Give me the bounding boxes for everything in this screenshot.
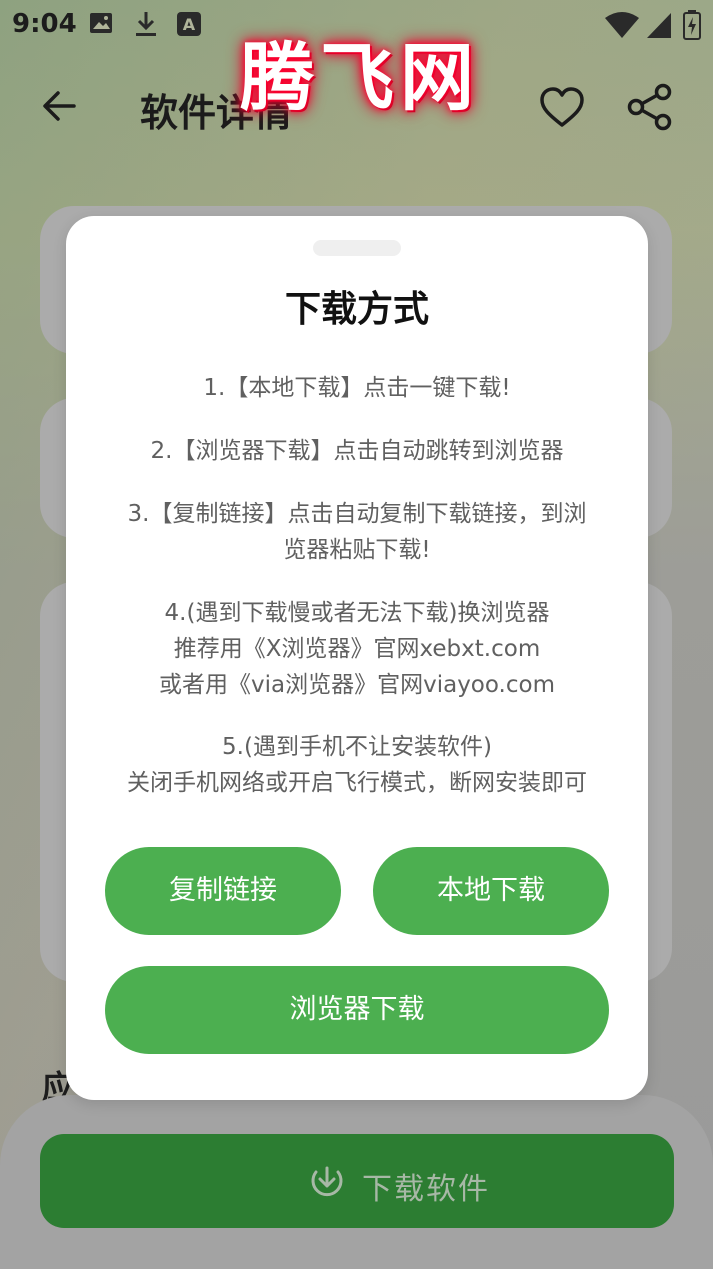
instruction-line: 4.(遇到下载慢或者无法下载)换浏览器	[164, 600, 550, 626]
battery-charging-icon	[683, 10, 701, 44]
copy-link-button[interactable]: 复制链接	[105, 847, 341, 935]
download-software-button[interactable]: 下载软件	[40, 1134, 674, 1228]
instruction-line: 或者用《via浏览器》官网viayoo.com	[159, 672, 555, 698]
instruction-line: 2.【浏览器下载】点击自动跳转到浏览器	[150, 438, 564, 464]
instruction-5: 5.(遇到手机不让安装软件) 关闭手机网络或开启飞行模式，断网安装即可	[86, 729, 628, 801]
wifi-icon	[604, 10, 640, 44]
instruction-line: 关闭手机网络或开启飞行模式，断网安装即可	[127, 770, 587, 796]
instruction-line: 1.【本地下载】点击一键下载!	[203, 375, 511, 401]
favorite-button[interactable]	[538, 84, 586, 132]
instruction-line: 3.【复制链接】点击自动复制下载链接，到浏	[127, 501, 587, 527]
instruction-line: 5.(遇到手机不让安装软件)	[222, 734, 492, 760]
arrow-left-icon	[43, 91, 76, 121]
download-software-label: 下载软件	[362, 1172, 490, 1207]
svg-text:A: A	[183, 15, 196, 34]
instruction-4: 4.(遇到下载慢或者无法下载)换浏览器 推荐用《X浏览器》官网xebxt.com…	[86, 595, 628, 703]
instruction-1: 1.【本地下载】点击一键下载!	[86, 370, 628, 406]
image-icon	[88, 10, 114, 40]
download-icon	[133, 10, 159, 42]
watermark-logo: 腾飞网	[240, 35, 480, 121]
instruction-line: 览器粘贴下载!	[283, 537, 431, 563]
dialog-title: 下载方式	[284, 289, 429, 330]
browser-download-button[interactable]: 浏览器下载	[105, 966, 609, 1054]
back-button[interactable]	[38, 84, 82, 128]
drag-handle[interactable]	[313, 240, 401, 256]
share-button[interactable]	[626, 82, 674, 132]
status-time: 9:04	[12, 9, 77, 39]
download-circle-icon	[311, 1166, 343, 1197]
share-icon	[627, 83, 672, 131]
heart-outline-icon	[540, 87, 584, 127]
app-screen: 9:04 A 软件详情 应 下载软件 腾飞网 下载方式 1.【本地下载】点击一键…	[0, 0, 713, 1269]
cell-signal-icon	[645, 10, 673, 44]
local-download-button[interactable]: 本地下载	[373, 847, 609, 935]
download-method-dialog: 下载方式 1.【本地下载】点击一键下载! 2.【浏览器下载】点击自动跳转到浏览器…	[66, 216, 648, 1100]
instruction-line: 推荐用《X浏览器》官网xebxt.com	[173, 636, 541, 662]
instruction-2: 2.【浏览器下载】点击自动跳转到浏览器	[86, 433, 628, 469]
instruction-3: 3.【复制链接】点击自动复制下载链接，到浏 览器粘贴下载!	[86, 496, 628, 568]
accessibility-a-icon: A	[176, 10, 202, 42]
